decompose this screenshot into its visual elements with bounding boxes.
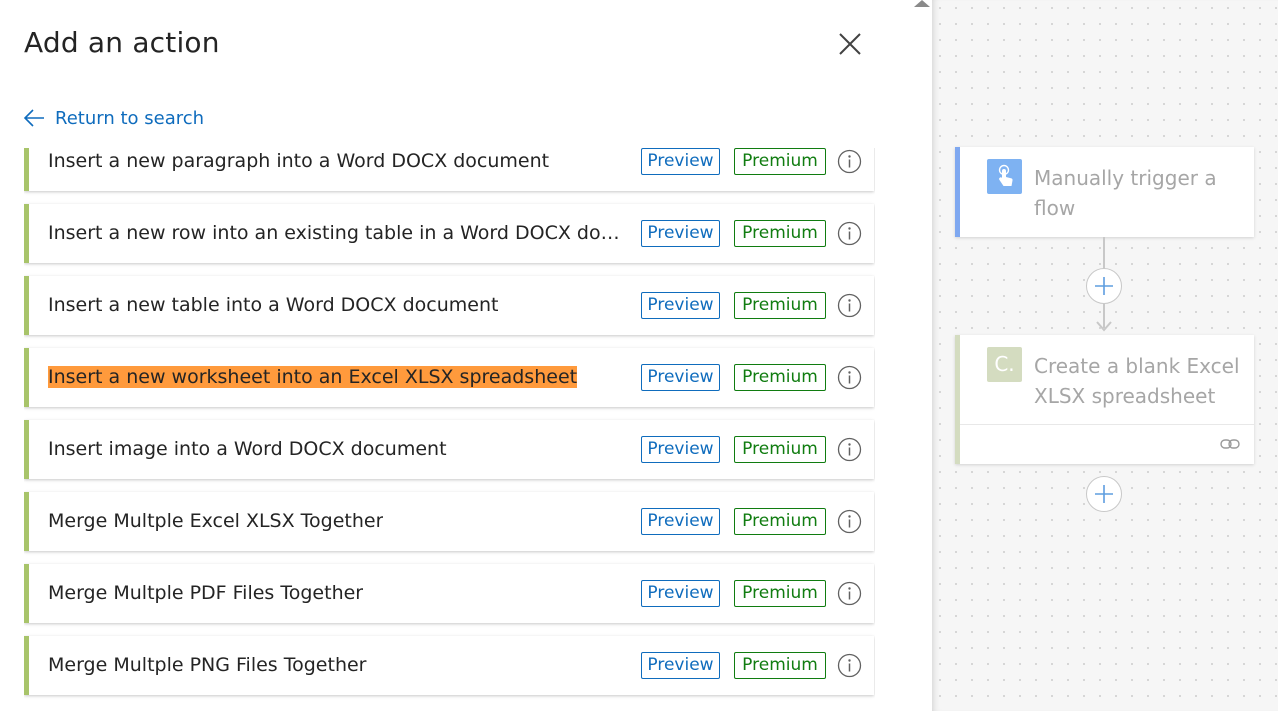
info-icon[interactable] [837,221,862,246]
action-label-text: Merge Multple Excel XLSX Together [48,510,384,532]
action-label: Insert a new paragraph into a Word DOCX … [48,148,549,191]
preview-badge: Preview [641,292,720,319]
excel-card-title: Create a blank Excel XLSX spreadsheet [1034,354,1240,408]
action-row[interactable]: Insert a new worksheet into an Excel XLS… [24,348,874,407]
scroll-up-arrow-icon[interactable] [912,0,932,8]
excel-action-card[interactable]: C. Create a blank Excel XLSX spreadsheet [955,335,1254,464]
return-to-search-link[interactable]: Return to search [23,106,204,130]
flow-canvas[interactable]: Manually trigger a flow C. Create a blan… [932,0,1278,711]
action-label-text: Merge Multple PNG Files Together [48,654,367,676]
action-label: Insert a new worksheet into an Excel XLS… [48,348,578,407]
premium-badge: Premium [734,220,826,247]
info-icon[interactable] [837,653,862,678]
excel-icon-letter: C. [994,352,1015,376]
plus-icon [1095,277,1113,295]
premium-badge: Premium [734,652,826,679]
premium-badge: Premium [734,148,826,175]
info-icon[interactable] [837,365,862,390]
preview-badge: Preview [641,364,720,391]
arrow-left-icon [23,109,44,127]
add-action-panel: Add an action Return to search Insert a … [0,0,932,711]
info-icon[interactable] [837,149,862,174]
action-row[interactable]: Merge Multple PNG Files Together Preview P… [24,636,874,695]
touch-hand-icon [987,159,1022,194]
connector-line [1103,237,1105,269]
trigger-card[interactable]: Manually trigger a flow [955,147,1254,237]
info-icon[interactable] [837,437,862,462]
preview-badge: Preview [641,220,720,247]
action-label-text: Insert a new worksheet into an Excel XLS… [48,366,578,388]
plus-icon [1095,485,1113,503]
preview-badge: Preview [641,652,720,679]
action-label: Merge Multple PDF Files Together [48,564,363,623]
info-icon[interactable] [837,293,862,318]
action-row[interactable]: Insert a new paragraph into a Word DOCX … [24,148,874,191]
preview-badge: Preview [641,148,720,175]
add-step-button[interactable] [1086,268,1122,304]
excel-connector-icon: C. [987,347,1022,382]
premium-badge: Premium [734,436,826,463]
action-row[interactable]: Insert a new table into a Word DOCX docu… [24,276,874,335]
close-icon[interactable] [836,30,864,58]
action-label-text: Insert a new paragraph into a Word DOCX … [48,150,550,172]
preview-badge: Preview [641,508,720,535]
action-label-text: Insert image into a Word DOCX document [48,438,447,460]
preview-badge: Preview [641,436,720,463]
action-label: Insert a new table into a Word DOCX docu… [48,276,498,335]
action-row[interactable]: Merge Multple Excel XLSX Together Preview… [24,492,874,551]
action-label-text: Merge Multple PDF Files Together [48,582,364,604]
action-row[interactable]: Merge Multple PDF Files Together Preview P… [24,564,874,623]
add-step-button[interactable] [1086,476,1122,512]
return-label: Return to search [55,107,205,129]
action-list: Insert a new paragraph into a Word DOCX … [24,148,875,711]
action-label-text: Insert a new table into a Word DOCX docu… [48,294,499,316]
premium-badge: Premium [734,580,826,607]
action-row[interactable]: Insert a new row into an existing table … [24,204,874,263]
arrow-down-icon [1096,321,1112,332]
premium-badge: Premium [734,364,826,391]
action-label: Merge Multple Excel XLSX Together [48,492,383,551]
action-label: Insert a new row into an existing table … [48,204,621,263]
premium-badge: Premium [734,292,826,319]
action-label: Insert image into a Word DOCX document [48,420,447,479]
info-icon[interactable] [837,509,862,534]
action-label-text: Insert a new row into an existing table … [48,222,621,244]
panel-title: Add an action [24,26,220,59]
info-icon[interactable] [837,581,862,606]
action-row[interactable]: Insert image into a Word DOCX document Pr… [24,420,874,479]
card-divider [960,424,1254,425]
link-icon[interactable] [1219,434,1241,454]
trigger-title: Manually trigger a flow [1034,166,1217,220]
action-label: Merge Multple PNG Files Together [48,636,367,695]
preview-badge: Preview [641,580,720,607]
premium-badge: Premium [734,508,826,535]
